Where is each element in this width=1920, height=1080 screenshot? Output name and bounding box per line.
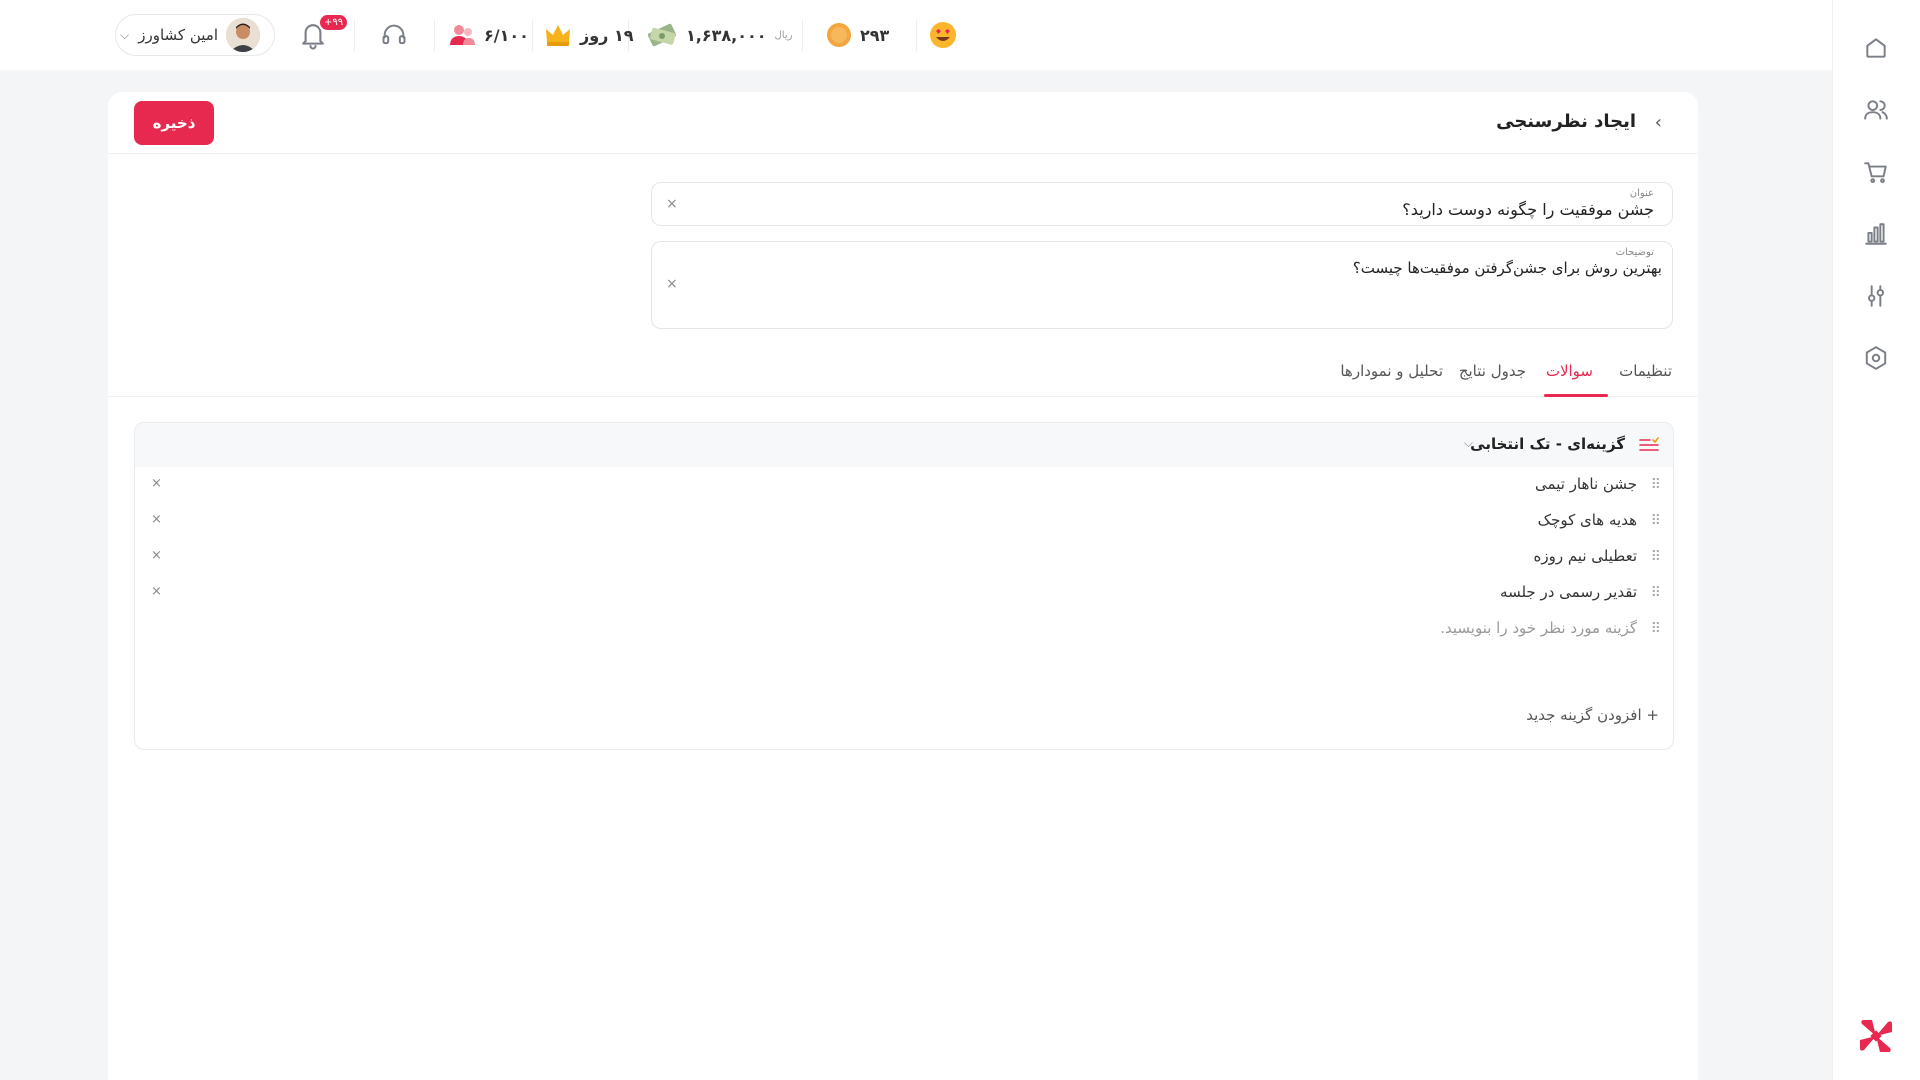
drag-handle-icon[interactable]: ⠿	[1651, 549, 1661, 565]
balance-value: ۱,۶۳۸,۰۰۰	[686, 25, 767, 45]
add-option-button[interactable]: + افزودن گزینه جدید	[1526, 706, 1659, 724]
title-input[interactable]: جشن موفقیت را چگونه دوست دارید؟	[1402, 200, 1654, 219]
days-value: ۱۹ روز	[580, 25, 634, 45]
description-label: توضیحات	[1615, 247, 1654, 258]
question-type-label: گزینه‌ای - تک انتخابی	[1470, 435, 1625, 453]
settings-icon[interactable]	[1862, 344, 1890, 372]
chevron-down-icon: ⌵	[120, 27, 130, 42]
remove-option-icon[interactable]: ×	[151, 476, 162, 491]
option-text[interactable]: هدیه های کوچک	[1538, 511, 1637, 529]
drag-handle-icon[interactable]: ⠿	[1651, 477, 1661, 493]
new-option-row: ⠿ گزینه مورد نظر خود را بنویسید.	[135, 611, 1673, 647]
drag-handle-icon[interactable]: ⠿	[1651, 621, 1661, 637]
members-value: ۶/۱۰۰	[484, 25, 529, 45]
members-stat: ۶/۱۰۰	[448, 14, 529, 56]
tabs: تنظیمات سوالات جدول نتایج تحلیل و نمودار…	[108, 352, 1698, 397]
home-icon[interactable]	[1862, 34, 1890, 62]
single-choice-icon	[1639, 437, 1659, 451]
support-icon[interactable]	[380, 14, 408, 56]
chart-icon[interactable]	[1862, 220, 1890, 248]
coin-icon	[827, 23, 851, 47]
question-header[interactable]: گزینه‌ای - تک انتخابی ⌵	[135, 423, 1673, 467]
notifications-badge: +۹۹	[318, 13, 350, 32]
crown-icon	[546, 25, 570, 46]
list-item: ⠿ تعطیلی نیم روزه ×	[135, 539, 1673, 575]
sidebar	[1832, 0, 1920, 1080]
title-field[interactable]: عنوان جشن موفقیت را چگونه دوست دارید؟ ×	[651, 182, 1673, 226]
avatar	[226, 18, 260, 52]
drag-handle-icon[interactable]: ⠿	[1651, 513, 1661, 529]
user-menu[interactable]: امین کشاورز ⌵	[115, 14, 275, 56]
users-icon[interactable]	[1862, 96, 1890, 124]
clear-title-icon[interactable]: ×	[666, 196, 678, 212]
brand-logo	[1860, 1020, 1892, 1052]
top-bar: ۲۹۳ ریال ۱,۶۳۸,۰۰۰ ۱۹ روز ۶/۱۰۰ +۹۹ امین…	[0, 0, 1832, 70]
survey-editor-card: ‹ ایجاد نظرسنجی ذخیره عنوان جشن موفقیت ر…	[108, 92, 1698, 1080]
add-option-label: افزودن گزینه جدید	[1526, 706, 1642, 724]
option-text[interactable]: تعطیلی نیم روزه	[1533, 547, 1637, 565]
list-item: ⠿ هدیه های کوچک ×	[135, 503, 1673, 539]
tab-settings[interactable]: تنظیمات	[1619, 362, 1672, 380]
card-header: ‹ ایجاد نظرسنجی ذخیره	[108, 92, 1698, 154]
active-tab-indicator	[1544, 394, 1608, 397]
chevron-down-icon[interactable]: ⌵	[1464, 436, 1473, 451]
description-input[interactable]: بهترین روش برای جشن‌گرفتن موفقیت‌ها چیست…	[1353, 259, 1662, 277]
tab-questions[interactable]: سوالات	[1546, 362, 1593, 380]
members-icon	[450, 25, 475, 45]
coins-value: ۲۹۳	[860, 25, 890, 45]
save-button[interactable]: ذخیره	[134, 101, 214, 145]
days-stat: ۱۹ روز	[544, 14, 633, 56]
remove-option-icon[interactable]: ×	[151, 512, 162, 527]
list-item: ⠿ تقدیر رسمی در جلسه ×	[135, 575, 1673, 611]
back-chevron-icon[interactable]: ‹	[1655, 112, 1662, 133]
list-item: ⠿ جشن ناهار تیمی ×	[135, 467, 1673, 503]
coins-stat: ۲۹۳	[826, 14, 889, 56]
option-text[interactable]: جشن ناهار تیمی	[1535, 475, 1637, 493]
money-icon	[647, 23, 677, 47]
plus-icon: +	[1641, 706, 1659, 724]
question-card: گزینه‌ای - تک انتخابی ⌵ ⠿ جشن ناهار تیمی…	[134, 422, 1674, 750]
currency-label: ریال	[774, 29, 793, 41]
cart-icon[interactable]	[1862, 158, 1890, 186]
tab-analytics[interactable]: تحلیل و نمودارها	[1340, 362, 1443, 380]
remove-option-icon[interactable]: ×	[151, 584, 162, 599]
title-label: عنوان	[1629, 188, 1654, 199]
option-text[interactable]: تقدیر رسمی در جلسه	[1500, 583, 1637, 601]
remove-option-icon[interactable]: ×	[151, 548, 162, 563]
page-title: ایجاد نظرسنجی	[1496, 111, 1636, 132]
drag-handle-icon[interactable]: ⠿	[1651, 585, 1661, 601]
clear-description-icon[interactable]: ×	[666, 276, 678, 292]
tab-results-table[interactable]: جدول نتایج	[1459, 362, 1526, 380]
emoji-icon[interactable]	[928, 14, 958, 56]
sliders-icon[interactable]	[1862, 282, 1890, 310]
balance-stat: ریال ۱,۶۳۸,۰۰۰	[646, 14, 792, 56]
description-field[interactable]: توضیحات بهترین روش برای جشن‌گرفتن موفقیت…	[651, 241, 1673, 329]
new-option-input[interactable]: گزینه مورد نظر خود را بنویسید.	[1440, 619, 1637, 637]
user-name: امین کشاورز	[138, 26, 218, 44]
